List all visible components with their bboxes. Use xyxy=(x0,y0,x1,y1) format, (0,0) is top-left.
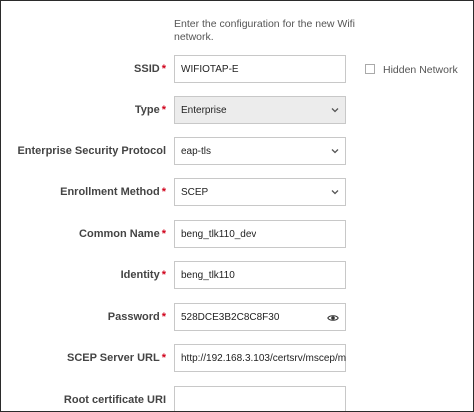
required-mark: * xyxy=(161,311,166,323)
identity-value: beng_tlk110 xyxy=(181,270,235,281)
enrollment-label-text: Enrollment Method xyxy=(60,186,160,198)
scep-url-label-text: SCEP Server URL xyxy=(66,352,160,364)
ssid-label-text: SSID xyxy=(134,63,160,75)
wifi-config-form: Enter the configuration for the new Wifi… xyxy=(0,0,474,412)
identity-label: Identity * xyxy=(121,269,166,281)
password-label-text: Password xyxy=(107,311,160,323)
required-mark: * xyxy=(161,63,166,75)
password-input[interactable]: 528DCE3B2C8C8F30 xyxy=(174,303,346,331)
required-mark: * xyxy=(161,228,166,240)
enrollment-method-select[interactable]: SCEP xyxy=(174,178,346,206)
type-select[interactable]: Enterprise xyxy=(174,96,346,124)
chevron-down-icon xyxy=(331,149,339,154)
type-label-text: Type xyxy=(134,104,160,116)
common-name-label-text: Common Name xyxy=(79,228,160,240)
security-row: Enterprise Security Protocol eap-tls xyxy=(1,137,473,167)
password-value: 528DCE3B2C8C8F30 xyxy=(181,312,280,323)
scep-url-input[interactable]: http://192.168.3.103/certsrv/mscep/mscep… xyxy=(174,344,346,372)
security-label-text: Enterprise Security Protocol xyxy=(17,145,166,157)
required-mark: * xyxy=(161,352,166,364)
chevron-down-icon xyxy=(331,190,339,195)
hidden-network-label: Hidden Network xyxy=(383,64,458,76)
ssid-value: WIFIOTAP-E xyxy=(181,64,239,75)
scep-url-value: http://192.168.3.103/certsrv/mscep/mscep… xyxy=(181,353,346,364)
root-cert-input[interactable] xyxy=(174,386,346,411)
required-mark: * xyxy=(161,269,166,281)
chevron-down-icon xyxy=(331,108,339,113)
common-name-value: beng_tlk110_dev xyxy=(181,229,257,240)
hidden-network-checkbox[interactable] xyxy=(365,64,375,74)
password-row: Password * 528DCE3B2C8C8F30 xyxy=(1,303,473,333)
root-cert-label-text: Root certificate URI xyxy=(63,394,166,406)
common-name-label: Common Name * xyxy=(79,228,166,240)
identity-label-text: Identity xyxy=(120,269,160,281)
security-value: eap-tls xyxy=(181,146,212,157)
identity-input[interactable]: beng_tlk110 xyxy=(174,261,346,289)
eye-icon[interactable] xyxy=(327,312,339,324)
type-value: Enterprise xyxy=(181,105,227,116)
type-label: Type * xyxy=(135,104,166,116)
scep-url-label: SCEP Server URL * xyxy=(67,352,166,364)
enrollment-row: Enrollment Method * SCEP xyxy=(1,178,473,208)
identity-row: Identity * beng_tlk110 xyxy=(1,261,473,291)
root-cert-row: Root certificate URI xyxy=(1,386,473,411)
common-name-row: Common Name * beng_tlk110_dev xyxy=(1,220,473,250)
type-row: Type * Enterprise xyxy=(1,96,473,126)
enrollment-label: Enrollment Method * xyxy=(60,186,166,198)
required-mark: * xyxy=(161,104,166,116)
root-cert-label: Root certificate URI xyxy=(64,394,166,406)
security-protocol-select[interactable]: eap-tls xyxy=(174,137,346,165)
intro-text: Enter the configuration for the new Wifi… xyxy=(174,18,355,43)
password-label: Password * xyxy=(108,311,166,323)
required-mark: * xyxy=(161,186,166,198)
enrollment-value: SCEP xyxy=(181,187,209,198)
security-label: Enterprise Security Protocol xyxy=(17,145,166,157)
ssid-label: SSID * xyxy=(134,63,166,75)
ssid-input[interactable]: WIFIOTAP-E xyxy=(174,55,346,83)
scep-url-row: SCEP Server URL * http://192.168.3.103/ce… xyxy=(1,344,473,374)
common-name-input[interactable]: beng_tlk110_dev xyxy=(174,220,346,248)
